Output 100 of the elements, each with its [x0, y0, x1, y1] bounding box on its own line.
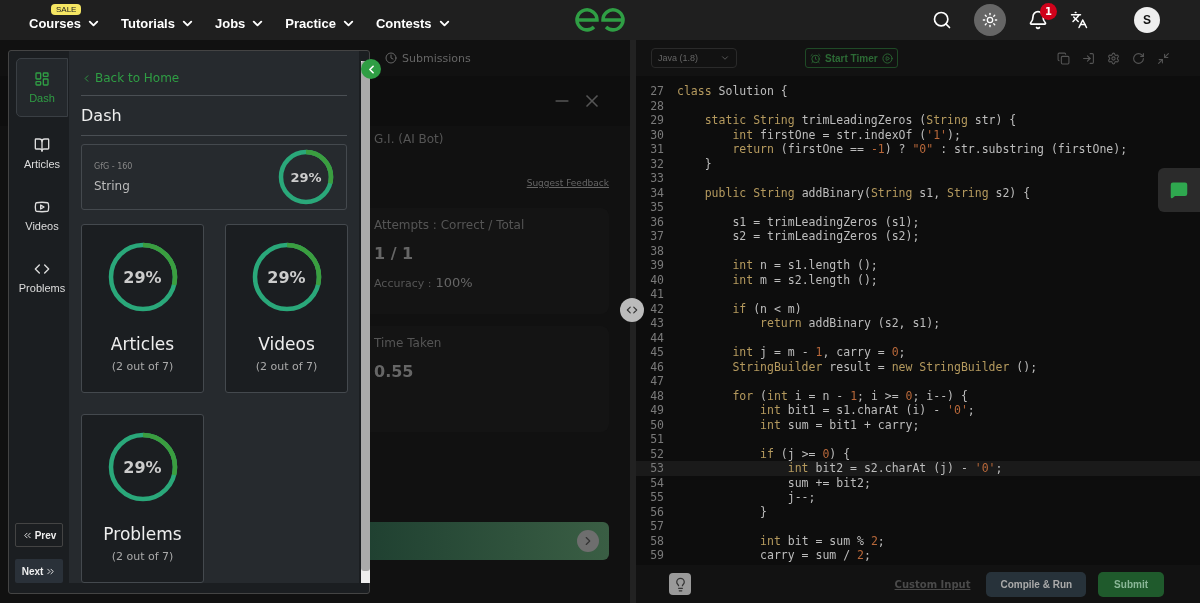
card-detail: (2 out of 7): [111, 550, 174, 563]
line-number: 40: [649, 272, 665, 287]
collapse-button[interactable]: [361, 59, 381, 79]
alarm-clock-icon: [810, 52, 821, 64]
line-number: 58: [649, 533, 665, 548]
next-button[interactable]: Next: [15, 559, 63, 583]
line-number: 46: [649, 359, 665, 374]
code-line: }: [703, 156, 712, 171]
nav-menu-item[interactable]: Tutorials: [121, 15, 195, 31]
nav-menu-item[interactable]: Courses: [29, 15, 102, 31]
nav-menu-item[interactable]: Practice: [285, 15, 356, 31]
settings-icon[interactable]: [1107, 51, 1120, 65]
code-line: if (j >= 0) {: [759, 446, 851, 461]
search-button[interactable]: [932, 10, 952, 30]
progress-ring: [107, 432, 178, 502]
time-value: 0.55: [374, 362, 415, 381]
code-line: int n = s1.length ();: [731, 258, 878, 273]
code-line: }: [759, 504, 767, 519]
reset-icon[interactable]: [1132, 51, 1145, 65]
line-number: 39: [649, 258, 665, 273]
code-line: return addBinary (s2, s1);: [759, 316, 941, 331]
attempts-value: 1 / 1: [374, 244, 415, 263]
dashboard-title: Dash: [81, 96, 347, 136]
code-line: int firstOne = str.indexOf ('1');: [731, 127, 961, 142]
rail-icon: [34, 71, 50, 87]
translate-button[interactable]: [1070, 11, 1088, 29]
line-number: 56: [649, 504, 665, 519]
line-number: 44: [649, 330, 665, 345]
line-number: 43: [649, 316, 665, 331]
progress-percent: 29%: [123, 457, 162, 477]
rail-icon: [34, 136, 50, 153]
code-line: static String trimLeadingZeros (String str) {: [703, 113, 1017, 128]
nav-menu-item[interactable]: Contests: [375, 15, 452, 31]
user-avatar[interactable]: S: [1134, 7, 1160, 33]
line-number: 38: [649, 243, 665, 258]
code-line: int sum = bit1 + carry;: [759, 417, 920, 432]
code-line: class Solution {: [676, 84, 788, 99]
rail-tab[interactable]: Articles: [16, 127, 68, 179]
line-number: 53: [649, 461, 665, 476]
code-line: public String addBinary(String s1, String s2) {: [703, 185, 1031, 200]
compile-run-button[interactable]: Compile & Run: [986, 571, 1087, 597]
code-line: return (firstOne == -1) ? "0" : str.substring (firstOne);: [731, 142, 1128, 157]
line-number: 29: [649, 113, 665, 128]
rail-tab[interactable]: Problems: [16, 251, 68, 303]
progress-percent: 29%: [123, 267, 162, 287]
card-title: Problems: [103, 524, 182, 544]
code-line: if (n < m): [731, 301, 802, 316]
line-number: 31: [649, 142, 665, 157]
sale-badge: SALE: [51, 3, 82, 15]
fullscreen-icon[interactable]: [1157, 51, 1170, 65]
line-number: 55: [649, 490, 665, 505]
prev-button[interactable]: Prev: [15, 523, 63, 547]
code-line: s2 = trimLeadingZeros (s2);: [731, 229, 920, 244]
progress-ring: [278, 149, 334, 205]
code-line: StringBuilder result = new StringBuilder ();: [731, 359, 1038, 374]
logo-icon[interactable]: [574, 7, 626, 33]
attempts-label: Attempts : Correct / Total: [374, 218, 526, 232]
line-number: 30: [649, 127, 665, 142]
back-to-home-link[interactable]: Back to Home: [81, 71, 347, 96]
time-label: Time Taken: [374, 336, 443, 350]
line-number: 47: [649, 374, 665, 389]
copy-icon[interactable]: [1057, 51, 1070, 65]
chat-button[interactable]: [1158, 168, 1200, 212]
code-line: int bit1 = s1.charAt (i) - '0';: [759, 403, 975, 418]
left-right-arrows-icon: [625, 303, 639, 317]
progress-percent: 29%: [267, 267, 306, 287]
line-number: 45: [649, 345, 665, 360]
search-icon: [932, 10, 952, 30]
code-line: int j = m - 1, carry = 0;: [731, 345, 906, 360]
caret-icon: [720, 53, 730, 63]
clock-icon: [385, 52, 397, 64]
notification-count: 1: [1040, 3, 1057, 20]
translate-icon: [1070, 11, 1088, 29]
hint-button[interactable]: [669, 573, 691, 595]
nav-menu-item[interactable]: Jobs: [214, 15, 266, 31]
theme-toggle-button[interactable]: [974, 4, 1006, 36]
submit-button[interactable]: Submit: [1098, 571, 1164, 597]
progress-ring: [251, 242, 322, 312]
line-number: 50: [649, 417, 665, 432]
code-line: s1 = trimLeadingZeros (s1);: [731, 214, 920, 229]
rail-tab[interactable]: Dash: [16, 58, 68, 117]
chat-icon: [1170, 181, 1188, 199]
rail-tab[interactable]: Videos: [16, 189, 68, 241]
card-detail: (2 out of 7): [255, 360, 318, 373]
notifications-button[interactable]: [1028, 10, 1048, 30]
import-icon[interactable]: [1082, 51, 1095, 65]
line-number: 34: [649, 185, 665, 200]
line-number: 49: [649, 403, 665, 418]
card-title: Articles: [110, 334, 175, 354]
line-number: 36: [649, 214, 665, 229]
line-number: 59: [649, 548, 665, 563]
scrollbar[interactable]: [361, 61, 370, 583]
sun-icon: [982, 12, 998, 28]
line-number: 28: [649, 98, 665, 113]
accuracy-label: Accuracy :: [374, 277, 432, 290]
line-number: 54: [649, 475, 665, 490]
topic-name: String: [94, 178, 131, 193]
card-detail: (2 out of 7): [111, 360, 174, 373]
code-line: int m = s2.length ();: [731, 272, 878, 287]
card-title: Videos: [258, 334, 315, 354]
